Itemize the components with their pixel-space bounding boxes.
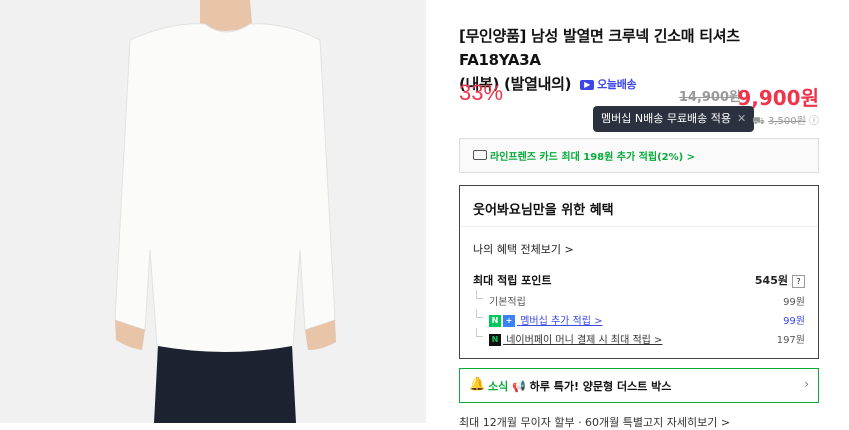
- news-banner[interactable]: 🔔 소식 📢 하루 특가! 양문형 더스트 박스 ›: [459, 368, 819, 403]
- plus-icon: +: [503, 315, 515, 327]
- benefit-row-label: 기본적립: [489, 297, 526, 308]
- naverpay-row-text: 네이버페이 머니 결제 시 최대 적립 >: [506, 335, 663, 346]
- shipping-fee-old: 3,500원: [767, 116, 806, 127]
- model-shirt-illustration: [0, 0, 426, 423]
- benefits-heading: 웃어봐요님만을 위한 혜택: [473, 203, 614, 218]
- tree-elbow-icon: [476, 328, 483, 337]
- benefit-row-value: 99원: [783, 297, 805, 308]
- my-benefits-link[interactable]: 나의 혜택 전체보기 >: [473, 241, 574, 257]
- card-promo-banner[interactable]: 라인프렌즈 카드 최대 198원 추가 적립(2%) >: [459, 138, 819, 173]
- max-points-value: 545원: [754, 274, 788, 287]
- news-text-wrap: 소식 📢 하루 특가! 양문형 더스트 박스: [488, 378, 671, 394]
- card-promo-text: 라인프렌즈 카드 최대 198원 추가 적립(2%) >: [490, 152, 696, 163]
- tree-elbow-icon: [476, 309, 483, 318]
- tree-elbow-icon: [476, 290, 483, 299]
- today-delivery-label: 오늘배송: [597, 77, 637, 91]
- truck-icon: ▶: [580, 79, 595, 90]
- title-line-1: [무인양품] 남성 발열면 크루넥 긴소매 티셔츠 FA18YA3A: [459, 27, 740, 69]
- benefits-divider: [460, 226, 818, 227]
- credit-card-icon: [473, 150, 487, 160]
- chevron-right-icon: ›: [804, 377, 809, 391]
- naver-n-icon: N: [489, 315, 501, 327]
- delivery-truck-icon: ⛟: [752, 116, 765, 127]
- naverpay-row-label[interactable]: N 네이버페이 머니 결제 시 최대 적립 >: [489, 331, 662, 346]
- membership-tooltip: 멤버십 N배송 무료배송 적용 ✕: [593, 106, 755, 132]
- naverpay-icon: N: [489, 334, 501, 346]
- max-points-label: 최대 적립 포인트: [473, 274, 552, 287]
- product-image[interactable]: [0, 0, 426, 423]
- original-price: 14,900원: [678, 90, 741, 105]
- close-icon[interactable]: ✕: [737, 112, 746, 125]
- discount-rate: 33%: [459, 80, 504, 105]
- help-icon[interactable]: ?: [792, 275, 805, 288]
- membership-row-text: 멤버십 추가 적립 >: [520, 316, 603, 327]
- megaphone-icon: 📢: [512, 380, 526, 393]
- membership-row-label[interactable]: N + 멤버십 추가 적립 >: [489, 312, 603, 327]
- tooltip-text: 멤버십 N배송 무료배송 적용: [601, 112, 732, 125]
- max-points-value-wrap: 545원?: [755, 272, 805, 288]
- today-delivery-badge: ▶ 오늘배송: [580, 73, 637, 97]
- bell-icon: 🔔: [469, 377, 486, 392]
- news-text: 하루 특가! 양문형 더스트 박스: [529, 380, 672, 393]
- info-icon[interactable]: ⓘ: [809, 116, 819, 127]
- news-prefix: 소식: [488, 380, 509, 393]
- membership-row-value: 99원: [783, 316, 805, 327]
- shipping-fee: ⛟ 3,500원 ⓘ: [752, 112, 819, 129]
- benefits-box: 웃어봐요님만을 위한 혜택 나의 혜택 전체보기 > 최대 적립 포인트 545…: [459, 185, 819, 359]
- installment-info: 최대 12개월 무이자 할부 · 60개월 특별고지 자세히보기 >: [459, 416, 731, 429]
- naverpay-row-value: 197원: [776, 335, 805, 346]
